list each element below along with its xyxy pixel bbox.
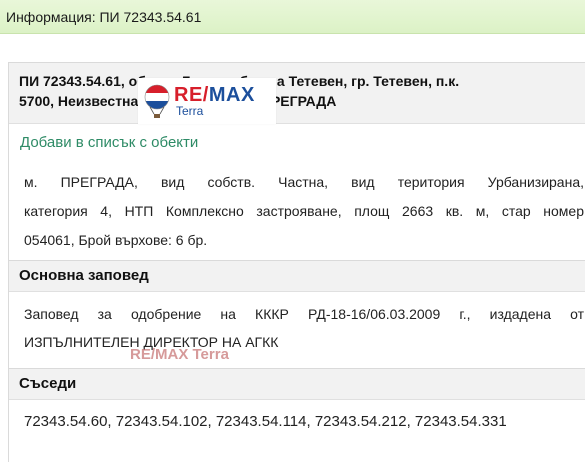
add-to-list-link[interactable]: Добави в списък с обекти xyxy=(20,134,198,151)
description-line2: категория 4, НТП Комплексно застрояване,… xyxy=(24,203,584,219)
remax-watermark: RE/MAX Terra xyxy=(130,346,229,363)
neighbors-list: 72343.54.60, 72343.54.102, 72343.54.114,… xyxy=(24,413,507,430)
property-heading: ПИ 72343.54.61, област Ловеч, община Тет… xyxy=(9,62,585,124)
terra-label: Terra xyxy=(176,104,204,118)
order-text: Заповед за одобрение на КККР РД-18-16/06… xyxy=(24,300,584,356)
window-title: Информация: ПИ 72343.54.61 xyxy=(0,0,585,34)
property-heading-line1: ПИ 72343.54.61, област Ловеч, община Тет… xyxy=(19,73,460,89)
hot-air-balloon-icon xyxy=(144,84,170,118)
property-heading-line2: 5700, Неизвестна улица, Местност ПРЕГРАД… xyxy=(19,93,337,109)
property-description: м. ПРЕГРАДА, вид собств. Частна, вид тер… xyxy=(24,168,584,255)
remax-red-text: RE/ xyxy=(174,84,209,106)
description-line3: 054061, Брой върхове: 6 бр. xyxy=(24,232,208,248)
neighbors-section-title: Съседи xyxy=(9,368,585,400)
remax-terra-logo: RE/MAX Terra xyxy=(138,78,276,124)
description-line1: м. ПРЕГРАДА, вид собств. Частна, вид тер… xyxy=(24,174,584,190)
order-line1: Заповед за одобрение на КККР РД-18-16/06… xyxy=(24,306,584,322)
remax-wordmark: RE/MAX xyxy=(174,84,255,106)
order-section-title: Основна заповед xyxy=(9,260,585,292)
order-line2: ИЗПЪЛНИТЕЛЕН ДИРЕКТОР НА АГКК xyxy=(24,334,279,350)
remax-blue-text: MAX xyxy=(208,84,255,106)
